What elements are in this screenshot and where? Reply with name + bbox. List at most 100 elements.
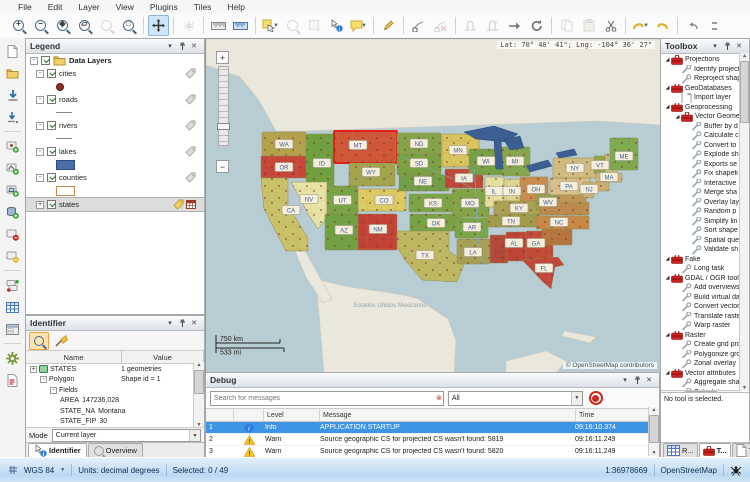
expander-icon[interactable]: ◢ — [664, 275, 671, 281]
toolbox-item-warp-raster[interactable]: Warp raster — [661, 321, 740, 331]
expander-icon[interactable]: - — [30, 57, 38, 65]
legend-root-data-layers[interactable]: -Data Layers — [26, 54, 204, 67]
menu-view[interactable]: View — [108, 1, 142, 13]
dropdown-caret-icon[interactable]: ▼ — [361, 23, 367, 29]
toolbox-item-long-task[interactable]: Long task — [661, 264, 740, 274]
tag-icon[interactable] — [173, 199, 184, 210]
panel-menu-icon[interactable]: ▾ — [164, 318, 176, 329]
pan-button[interactable] — [148, 15, 169, 36]
toolbox-item-convert-to[interactable]: Convert to — [661, 141, 740, 151]
toolbox-item-validate-sh[interactable]: Validate sh — [661, 245, 740, 255]
zoom-previous-button[interactable] — [96, 15, 117, 36]
expander-icon[interactable]: ◢ — [664, 256, 671, 262]
zoom-out-button[interactable]: − — [216, 160, 229, 173]
checkbox[interactable] — [47, 147, 56, 156]
measure-distance-button[interactable] — [208, 15, 229, 36]
expander-icon[interactable]: - — [40, 376, 47, 383]
tag-icon[interactable] — [185, 146, 196, 157]
checkbox[interactable] — [47, 121, 56, 130]
edit-vertices-button[interactable] — [378, 15, 399, 36]
expander-icon[interactable]: - — [36, 122, 44, 130]
toolbox-item-buffer-by-d[interactable]: Buffer by d — [661, 122, 740, 132]
toolbox-item-simplify-lin[interactable]: Simplify lin — [661, 217, 740, 227]
map-canvas[interactable]: WAORCAIDNVUTAZMTWYCONMNDSDNEKSOKTXMNIAMO… — [205, 38, 660, 372]
identifier-row-fields[interactable]: -Fields — [26, 385, 204, 396]
close-icon[interactable]: ✕ — [188, 41, 200, 52]
zoom-window-button[interactable]: □ — [118, 15, 139, 36]
save-project-as-button[interactable] — [2, 107, 23, 127]
expander-icon[interactable]: - — [36, 96, 44, 104]
snap-end-button[interactable] — [482, 15, 503, 36]
toolbox-item-exports-se[interactable]: Exports se — [661, 160, 740, 170]
identifier-row-state_na[interactable]: STATE_NAMontana — [26, 406, 204, 417]
attribute-table-button[interactable] — [2, 297, 23, 317]
identifier-row-states[interactable]: +STATES1 geometries — [26, 364, 204, 375]
toolbox-item-merge-sha[interactable]: Merge sha — [661, 188, 740, 198]
continue-edit-button[interactable] — [504, 15, 525, 36]
add-point-layer-button[interactable] — [2, 136, 23, 156]
column-time[interactable]: Time — [576, 409, 659, 421]
tag-icon[interactable] — [185, 172, 196, 183]
vertex-add-button[interactable] — [408, 15, 429, 36]
expander-icon[interactable]: - — [50, 387, 57, 394]
identifier-row-state_fip[interactable]: STATE_FIP30 — [26, 417, 204, 428]
pin-icon[interactable] — [176, 41, 188, 52]
toolbox-item-build-virtual-da[interactable]: Build virtual da — [661, 293, 740, 303]
menu-tiles[interactable]: Tiles — [186, 1, 220, 13]
state-SC[interactable] — [542, 229, 572, 245]
clear-results-button[interactable] — [51, 332, 71, 350]
legend-layer-counties[interactable]: -counties — [26, 171, 204, 184]
menu-plugins[interactable]: Plugins — [142, 1, 186, 13]
level-filter-select[interactable]: All▼ — [448, 391, 583, 406]
checkbox[interactable] — [47, 95, 56, 104]
dropdown-caret-icon[interactable]: ▼ — [643, 23, 649, 29]
measure-area-button[interactable] — [230, 15, 251, 36]
tag-icon[interactable] — [185, 68, 196, 79]
checkbox[interactable] — [47, 69, 56, 78]
zoom-slider[interactable] — [218, 66, 229, 146]
tiles-web-button[interactable] — [178, 15, 199, 36]
legend-layer-rivers[interactable]: -rivers — [26, 119, 204, 132]
menu-file[interactable]: File — [10, 1, 40, 13]
zoom-to-selection-button[interactable] — [282, 15, 303, 36]
state-MD[interactable] — [558, 195, 586, 203]
toolbox-item-import-layer[interactable]: Import layer — [661, 93, 740, 103]
zoom-full-extent-button[interactable]: ◈ — [52, 15, 73, 36]
toolbox-tab-table[interactable]: R... — [663, 443, 698, 457]
pin-icon[interactable] — [631, 375, 643, 386]
tab-identifier[interactable]: iIdentifier — [28, 443, 87, 457]
menu-layer[interactable]: Layer — [70, 1, 107, 13]
identifier-scrollbar[interactable]: ▲▼ — [193, 362, 204, 428]
menu-edit[interactable]: Edit — [40, 1, 71, 13]
toolbox-item-interactive[interactable]: Interactive — [661, 179, 740, 189]
map-scale-value[interactable]: 1:36978669 — [605, 466, 647, 475]
layer-group-button[interactable] — [2, 275, 23, 295]
zoom-slider-handle[interactable] — [217, 123, 230, 130]
toolbox-item-add-overviews[interactable]: Add overviews — [661, 283, 740, 293]
callout-button[interactable]: ▼ — [348, 15, 369, 36]
toolbox-scrollbar[interactable]: ▲▼ — [739, 53, 749, 391]
toolbox-item-sort-shape[interactable]: Sort shape — [661, 226, 740, 236]
clear-search-icon[interactable]: ⊗ — [436, 394, 442, 402]
expander-icon[interactable]: ◢ — [664, 332, 671, 338]
remove-layer-button[interactable] — [2, 224, 23, 244]
paste-button[interactable] — [578, 15, 599, 36]
expander-icon[interactable]: ◢ — [674, 114, 681, 120]
expander-icon[interactable]: + — [30, 366, 37, 373]
record-log-icon[interactable] — [589, 391, 603, 405]
column-value[interactable]: Value — [122, 351, 204, 363]
toolbox-item-fix-shapefi[interactable]: Fix shapefi — [661, 169, 740, 179]
tag-icon[interactable] — [185, 94, 196, 105]
toolbox-item-reproject-shap[interactable]: Reproject shap — [661, 74, 740, 84]
expander-icon[interactable]: + — [36, 201, 44, 209]
toolbox-item-raster[interactable]: ◢Raster — [661, 331, 740, 341]
log-row[interactable]: 1iInfoAPPLICATION STARTUP09:16:10.374 — [206, 422, 659, 434]
expander-icon[interactable]: ◢ — [664, 104, 671, 110]
toolbox-item-convert-vector[interactable]: Convert vector — [661, 302, 740, 312]
toolbox-item-create-grid-pro[interactable]: Create grid pro — [661, 340, 740, 350]
add-line-layer-button[interactable] — [2, 158, 23, 178]
panel-menu-icon[interactable]: ▾ — [709, 41, 721, 52]
toolbox-tab-toolbox[interactable]: T... — [699, 443, 731, 457]
checkbox[interactable] — [47, 200, 56, 209]
crs-value[interactable]: WGS 84 — [24, 466, 54, 475]
